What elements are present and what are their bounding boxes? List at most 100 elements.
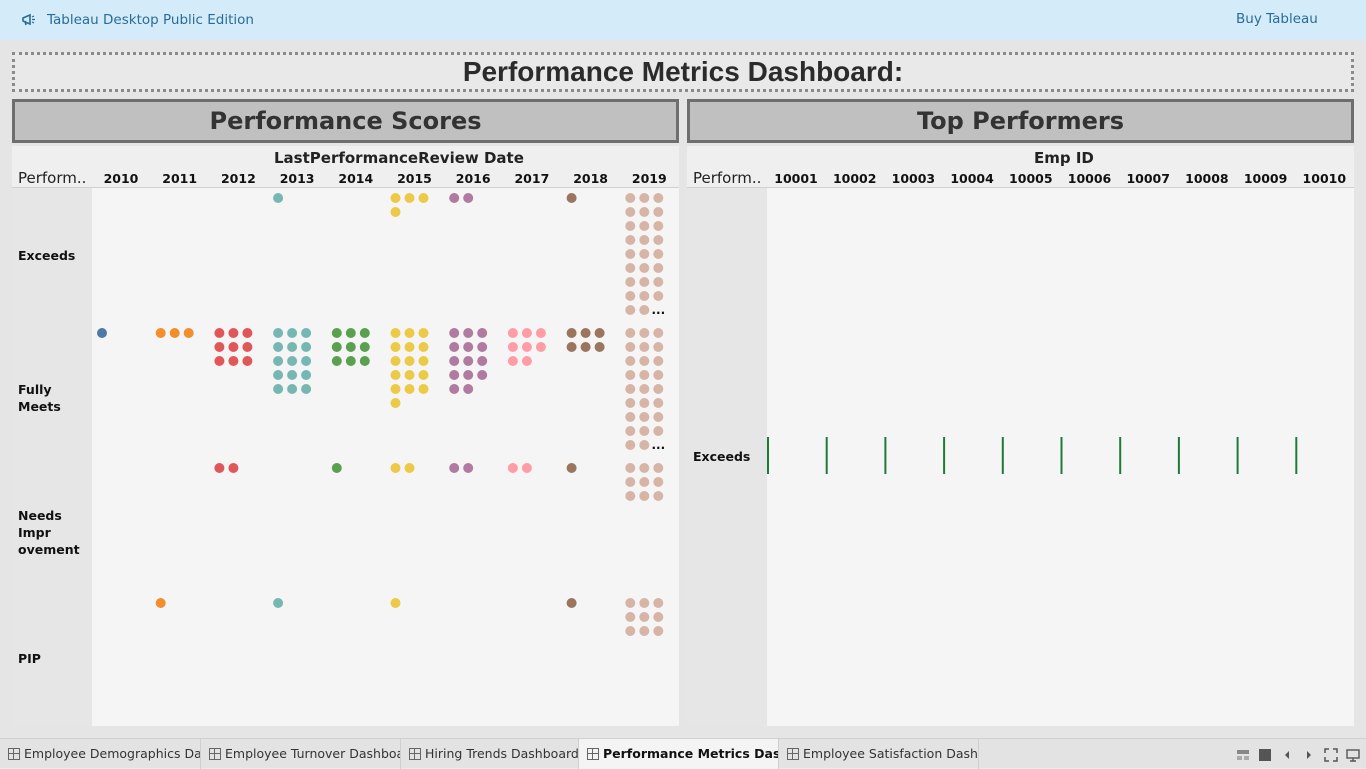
data-point	[463, 370, 474, 380]
column-label-10002[interactable]: 10002	[826, 171, 884, 186]
tab-employee-demographics[interactable]: Employee Demographics Da...	[0, 739, 201, 769]
row-label-exceeds[interactable]: Exceeds	[18, 247, 94, 264]
data-point	[653, 384, 664, 394]
data-point	[639, 249, 650, 259]
column-label-10003[interactable]: 10003	[884, 171, 942, 186]
row-label-exceeds[interactable]: Exceeds	[693, 448, 769, 465]
performance-scores-viz[interactable]: LastPerformanceReview Date Perform.. ...…	[12, 146, 679, 726]
data-point	[273, 328, 284, 338]
column-label-10004[interactable]: 10004	[943, 171, 1001, 186]
column-label-10005[interactable]: 10005	[1002, 171, 1060, 186]
tab-employee-turnover[interactable]: Employee Turnover Dashboa...	[201, 739, 401, 769]
data-point	[228, 342, 239, 352]
data-point	[653, 235, 664, 245]
buy-tableau-link[interactable]: Buy Tableau	[1236, 11, 1318, 27]
data-point	[273, 342, 284, 352]
data-point	[345, 328, 356, 338]
data-point	[390, 598, 401, 608]
row-field-label[interactable]: Perform..	[18, 169, 86, 187]
column-label-2016[interactable]: 2016	[444, 171, 502, 186]
row-label-fully-meets[interactable]: Fully Meets	[18, 381, 94, 415]
column-label-2017[interactable]: 2017	[503, 171, 561, 186]
data-point	[625, 235, 636, 245]
data-point	[594, 342, 605, 352]
data-point	[639, 477, 650, 487]
column-label-2019[interactable]: 2019	[620, 171, 678, 186]
data-point	[242, 356, 253, 366]
data-point	[625, 221, 636, 231]
tab-performance-metrics[interactable]: Performance Metrics Dash...	[579, 739, 779, 769]
data-point	[390, 384, 401, 394]
data-point	[594, 328, 605, 338]
data-point	[639, 277, 650, 287]
row-label-pip[interactable]: PIP	[18, 650, 94, 667]
data-point	[625, 626, 636, 636]
data-point	[449, 463, 460, 473]
data-point	[625, 398, 636, 408]
data-point	[535, 328, 546, 338]
row-label-needs-impr-ovement[interactable]: Needs Impr ovement	[18, 507, 94, 558]
data-point	[449, 342, 460, 352]
data-point	[449, 356, 460, 366]
row-field-label[interactable]: Perform..	[693, 169, 761, 187]
data-point	[242, 328, 253, 338]
data-point	[653, 277, 664, 287]
data-point	[463, 193, 474, 203]
grid-view-icon[interactable]	[1236, 748, 1250, 762]
data-point	[301, 342, 312, 352]
data-point	[418, 370, 429, 380]
data-point	[653, 598, 664, 608]
data-point	[625, 440, 636, 450]
column-label-10009[interactable]: 10009	[1237, 171, 1295, 186]
single-view-icon[interactable]	[1258, 748, 1272, 762]
data-point	[301, 328, 312, 338]
top-bar: Tableau Desktop Public Edition Buy Table…	[0, 0, 1366, 40]
data-point	[155, 598, 166, 608]
data-point	[169, 328, 180, 338]
data-point	[653, 356, 664, 366]
data-point	[625, 370, 636, 380]
previous-icon[interactable]	[1280, 748, 1294, 762]
present-icon[interactable]	[1346, 748, 1360, 762]
data-point	[653, 370, 664, 380]
column-label-2013[interactable]: 2013	[268, 171, 326, 186]
column-label-2018[interactable]: 2018	[562, 171, 620, 186]
data-point	[477, 342, 488, 352]
data-point	[521, 356, 532, 366]
data-point	[653, 426, 664, 436]
tab-employee-satisfaction[interactable]: Employee Satisfaction Dash...	[779, 739, 979, 769]
column-label-10008[interactable]: 10008	[1178, 171, 1236, 186]
column-label-10001[interactable]: 10001	[767, 171, 825, 186]
data-point	[390, 207, 401, 217]
fullscreen-icon[interactable]	[1324, 748, 1338, 762]
top-performers-viz[interactable]: Emp ID Perform.. 10001 10002 10003 10004 100…	[687, 146, 1354, 726]
data-point	[477, 328, 488, 338]
data-point	[566, 598, 577, 608]
top-performers-marks	[767, 437, 1298, 474]
data-point	[625, 328, 636, 338]
data-point	[390, 463, 401, 473]
column-label-10006[interactable]: 10006	[1061, 171, 1119, 186]
data-point	[390, 342, 401, 352]
data-point	[625, 291, 636, 301]
column-label-2014[interactable]: 2014	[327, 171, 385, 186]
column-label-2015[interactable]: 2015	[386, 171, 444, 186]
performance-scores-title: Performance Scores	[12, 99, 679, 143]
column-label-10010[interactable]: 10010	[1295, 171, 1353, 186]
column-label-10007[interactable]: 10007	[1119, 171, 1177, 186]
next-icon[interactable]	[1302, 748, 1316, 762]
data-point	[639, 291, 650, 301]
column-label-2011[interactable]: 2011	[151, 171, 209, 186]
column-label-2012[interactable]: 2012	[209, 171, 267, 186]
data-point	[301, 384, 312, 394]
data-point	[287, 328, 298, 338]
data-point	[273, 598, 284, 608]
tab-hiring-trends[interactable]: Hiring Trends Dashboard:	[401, 739, 579, 769]
data-point	[449, 328, 460, 338]
data-point	[214, 356, 225, 366]
data-point	[625, 598, 636, 608]
data-point	[390, 370, 401, 380]
data-point	[639, 193, 650, 203]
column-label-2010[interactable]: 2010	[92, 171, 150, 186]
data-point	[653, 612, 664, 622]
